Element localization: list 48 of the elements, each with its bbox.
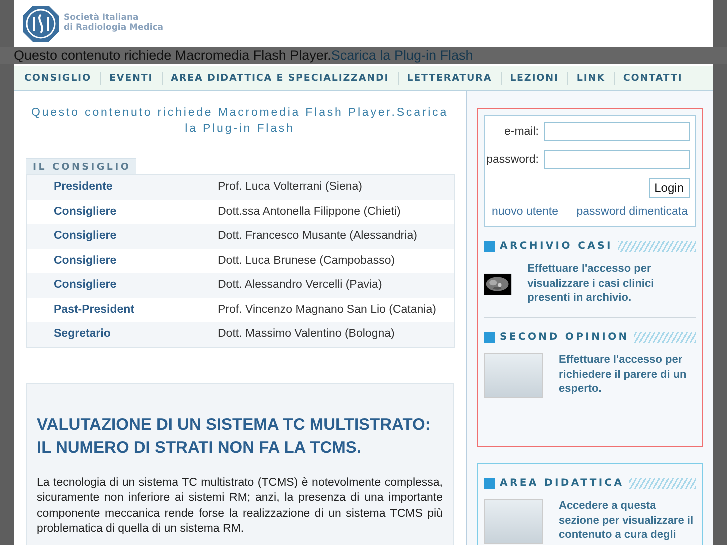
role-cell: Consigliere: [26, 248, 218, 273]
forgot-password-link[interactable]: password dimenticata: [576, 206, 688, 218]
member-cell: Dott. Alessandro Vercelli (Pavia): [218, 273, 454, 298]
nav-link[interactable]: CONTATTI: [614, 72, 692, 84]
role-cell: Presidente: [26, 174, 218, 200]
role-cell: Consigliere: [26, 273, 218, 298]
stripe-decoration: [634, 332, 696, 343]
flash-notice: Questo contenuto richiede Macromedia Flash Player.Scarica la Plug-in Flash: [30, 106, 450, 137]
article-title: VALUTAZIONE DI UN SISTEMA TC MULTISTRATO: IL NUMERO DI STRATI NON FA LA TCMS.: [37, 414, 432, 458]
new-user-link[interactable]: nuovo utente: [492, 206, 559, 218]
square-icon: [484, 241, 495, 252]
role-cell: Segretario: [26, 322, 218, 347]
member-cell: Dott.ssa Antonella Filippone (Chieti): [218, 200, 454, 224]
member-cell: Prof. Vincenzo Magnano San Lio (Catania): [218, 298, 454, 322]
square-icon: [484, 478, 495, 489]
stripe-decoration: [629, 478, 696, 489]
nav-link[interactable]: EVENTI: [100, 72, 162, 84]
square-icon: [484, 332, 495, 343]
nav-link[interactable]: LETTERATURA: [398, 72, 501, 84]
section-title: ARCHIVIO CASI: [500, 241, 613, 252]
photo-placeholder: [484, 353, 543, 398]
member-cell: Prof. Luca Volterrani (Siena): [218, 174, 454, 200]
password-label: password:: [486, 154, 539, 166]
photo-placeholder: [484, 499, 543, 544]
member-cell: Dott. Massimo Valentino (Bologna): [218, 322, 454, 347]
section-text: Effettuare l'accesso per visualizzare i casi clinici presenti in archivio.: [528, 262, 656, 306]
role-cell: Past-President: [26, 298, 218, 322]
nav-link[interactable]: LEZIONI: [500, 72, 568, 84]
email-field[interactable]: [544, 122, 690, 141]
password-field[interactable]: [544, 150, 690, 169]
org-name: di Radiologia Medica: [64, 24, 164, 33]
role-cell: Consigliere: [26, 224, 218, 248]
section-title: AREA DIDATTICA: [500, 478, 624, 489]
section-title: SECOND OPINION: [500, 332, 630, 343]
email-label: e-mail:: [504, 126, 539, 138]
org-name: Società Italiana: [64, 14, 140, 24]
role-cell: Consigliere: [26, 200, 218, 224]
section-text: Accedere a questa sezione per visualizzare il contenuto a cura degli: [559, 499, 695, 542]
member-cell: Dott. Luca Brunese (Campobasso): [218, 248, 454, 273]
member-cell: Dott. Francesco Musante (Alessandria): [218, 224, 454, 248]
nav-link[interactable]: CONSIGLIO: [16, 72, 100, 84]
flash-message: Questo contenuto richiede Macromedia Flash Player.: [14, 48, 332, 63]
article-paragraph: La tecnologia di un sistema TC multistrato (TCMS) è notevolmente complessa, sicuramente non inferiore ai sistemi RM; anzi, la presenza di una importante componente meccanica rende forse la realizzazione di un sistema TCMS più problematica di quella di un sistema RM.: [37, 476, 443, 537]
logo-icon: [22, 4, 60, 42]
nav-link[interactable]: LINK: [567, 72, 614, 84]
section-text: Effettuare l'accesso per richiedere il parere di un esperto.: [559, 353, 688, 396]
login-button[interactable]: Login: [648, 178, 690, 198]
nav-link[interactable]: AREA DIDATTICA E SPECIALIZZANDI: [162, 72, 398, 84]
